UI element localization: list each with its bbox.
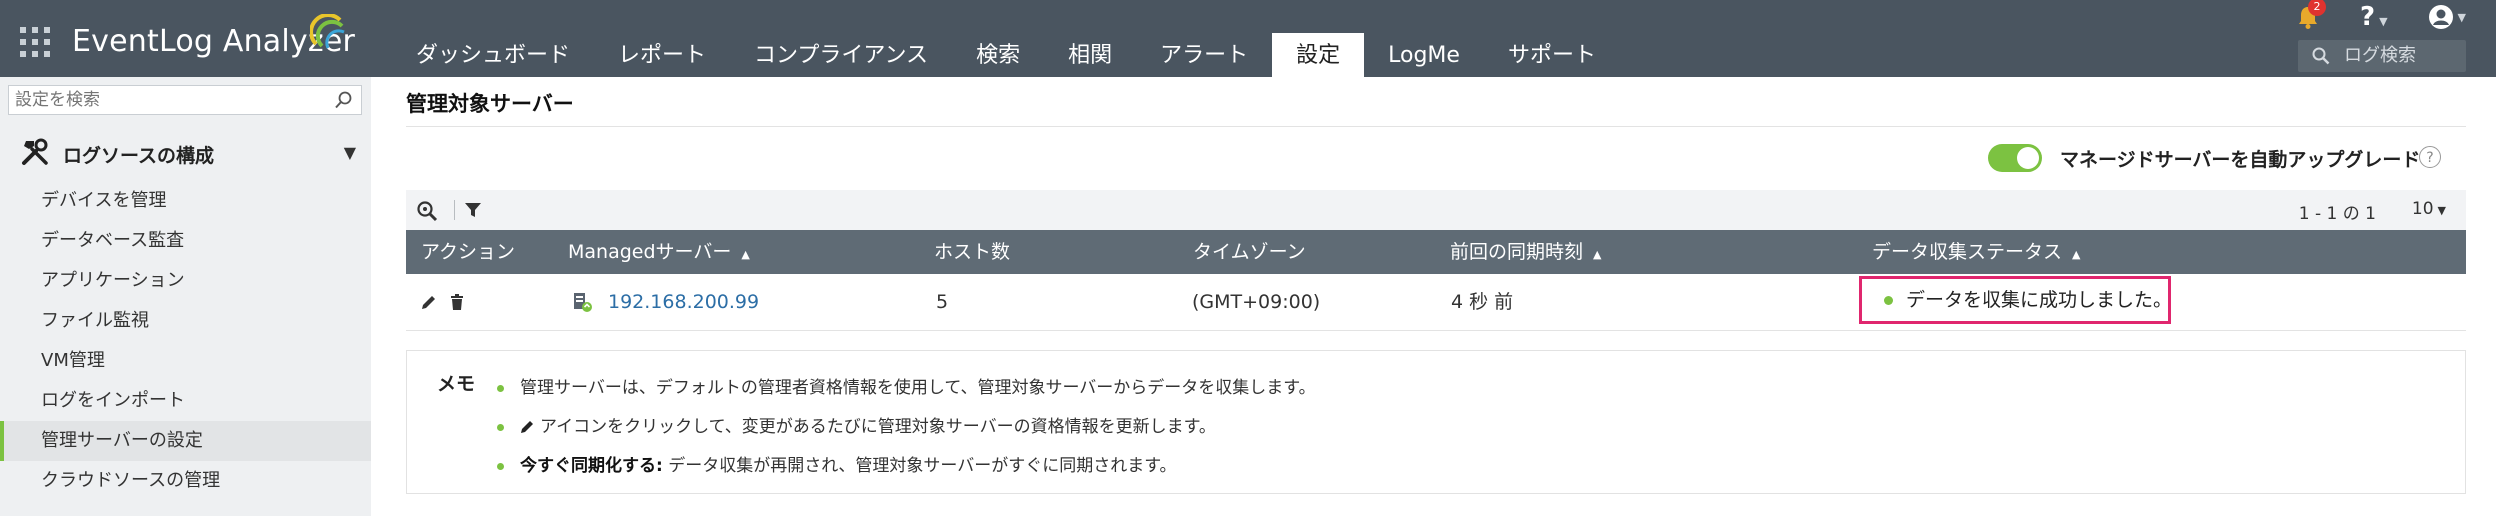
chevron-down-icon: ▼: [2379, 15, 2388, 28]
sidebar-item-manage-devices[interactable]: デバイスを管理: [0, 181, 371, 221]
last-sync-cell: 4 秒 前: [1451, 291, 1514, 313]
memo-line: 今すぐ同期化する: データ収集が再開され、管理対象サーバーがすぐに同期されます。: [497, 451, 1177, 476]
per-page-select[interactable]: 10 ▼: [2412, 199, 2446, 219]
help-menu-button[interactable]: ? ▼: [2360, 2, 2388, 32]
help-icon: ?: [2359, 2, 2376, 32]
column-header-collection-status[interactable]: データ収集ステータス ▲: [1872, 230, 2080, 274]
caret-down-icon: ▼: [343, 143, 356, 162]
sort-asc-icon: ▲: [2072, 248, 2081, 261]
memo-box: メモ 管理サーバーは、デフォルトの管理者資格情報を使用して、管理対象サーバーから…: [406, 350, 2466, 494]
tab-search[interactable]: 検索: [952, 33, 1044, 77]
notification-button[interactable]: 2: [2296, 0, 2326, 30]
settings-search-box: [8, 85, 362, 115]
sidebar-item-file-monitoring[interactable]: ファイル監視: [0, 301, 371, 341]
page-title: 管理対象サーバー: [406, 92, 574, 116]
column-header-timezone: タイムゾーン: [1193, 241, 1306, 263]
collection-status-highlight: データを収集に成功しました。: [1859, 276, 2173, 324]
user-avatar-icon: [2428, 5, 2453, 29]
log-search-button[interactable]: ログ検索: [2298, 40, 2466, 72]
sidebar-item-applications[interactable]: アプリケーション: [0, 261, 371, 301]
per-page-value: 10: [2411, 199, 2434, 219]
auto-upgrade-toggle[interactable]: [1988, 144, 2042, 172]
notification-badge: 2: [2307, 0, 2326, 16]
managed-server-link[interactable]: 192.168.200.99: [608, 274, 759, 330]
edit-pencil-icon[interactable]: [420, 293, 438, 311]
memo-title: メモ: [437, 373, 476, 395]
search-icon[interactable]: [335, 91, 353, 109]
toolbar-divider: [454, 200, 455, 220]
table-search-icon[interactable]: [416, 200, 438, 222]
timezone-cell: (GMT+09:00): [1192, 291, 1321, 313]
table-header: アクション Managedサーバー ▲ ホスト数 タイムゾーン 前回の同期時刻 ▲ …: [406, 230, 2466, 274]
column-header-last-sync[interactable]: 前回の同期時刻 ▲: [1450, 230, 1601, 274]
sort-asc-icon: ▲: [741, 248, 750, 261]
collection-status-text: データを収集に成功しました。: [1906, 289, 2173, 311]
sidebar-item-vm-management[interactable]: VM管理: [0, 341, 371, 381]
top-icon-group: 2 ? ▼ ▼: [2296, 0, 2466, 34]
pencil-icon: [521, 421, 533, 433]
tools-icon: [22, 138, 48, 165]
server-sync-icon: [574, 293, 592, 312]
tab-settings[interactable]: 設定: [1272, 33, 1365, 77]
trash-icon[interactable]: [448, 293, 466, 311]
filter-icon[interactable]: [464, 201, 482, 219]
tab-alerts[interactable]: アラート: [1136, 33, 1272, 77]
sidebar-section-label: ログソースの構成: [63, 145, 215, 167]
table-toolbar: 1 - 1 の 1 10 ▼: [406, 190, 2466, 230]
column-header-managed-server[interactable]: Managedサーバー ▲: [568, 230, 750, 274]
help-circle-icon[interactable]: ?: [2419, 146, 2441, 168]
title-divider: [406, 126, 2466, 127]
memo-line: 管理サーバーは、デフォルトの管理者資格情報を使用して、管理対象サーバーからデータ…: [497, 373, 1316, 398]
app-grid-icon[interactable]: [18, 25, 52, 59]
auto-upgrade-label: マネージドサーバーを自動アップグレード: [2060, 149, 2421, 171]
bullet-dot: [497, 462, 504, 470]
log-search-label: ログ検索: [2344, 45, 2416, 66]
tab-support[interactable]: サポート: [1484, 33, 1620, 77]
sidebar-section-log-source-config[interactable]: ログソースの構成 ▼: [18, 135, 358, 171]
pagination-info: 1 - 1 の 1: [2298, 204, 2376, 224]
column-header-actions: アクション: [421, 241, 516, 263]
memo-line: アイコンをクリックして、変更があるたびに管理対象サーバーの資格情報を更新します。: [497, 412, 1216, 437]
top-bar: EventLog Analyzer ダッシュボード レポート コンプライアンス …: [0, 0, 2496, 77]
search-icon: [2312, 47, 2330, 65]
column-header-host-count: ホスト数: [934, 241, 1011, 263]
tab-correlation[interactable]: 相関: [1044, 33, 1136, 77]
host-count-cell: 5: [936, 291, 949, 313]
chevron-down-icon: ▼: [2457, 10, 2466, 24]
toggle-knob: [2017, 147, 2039, 169]
bullet-dot: [497, 423, 504, 431]
user-menu-button[interactable]: ▼: [2428, 4, 2466, 30]
bullet-dot: [497, 384, 504, 392]
sidebar-item-admin-server-settings[interactable]: 管理サーバーの設定: [0, 421, 371, 461]
tab-logme[interactable]: LogMe: [1364, 33, 1484, 77]
sidebar: ログソースの構成 ▼ デバイスを管理 データベース監査 アプリケーション ファイ…: [0, 77, 371, 516]
sidebar-item-import-logs[interactable]: ログをインポート: [0, 381, 371, 421]
settings-search-input[interactable]: [13, 86, 317, 114]
logo-arc-icon: [310, 14, 345, 49]
sidebar-item-database-audit[interactable]: データベース監査: [0, 221, 371, 261]
sidebar-item-cloud-sources[interactable]: クラウドソースの管理: [0, 461, 371, 501]
status-success-dot: [1884, 296, 1893, 305]
main-nav: ダッシュボード レポート コンプライアンス 検索 相関 アラート 設定 LogM…: [392, 33, 1620, 77]
sort-asc-icon: ▲: [1593, 248, 1602, 261]
caret-down-icon: ▼: [2437, 204, 2446, 217]
tab-dashboard[interactable]: ダッシュボード: [392, 33, 594, 77]
tab-reports[interactable]: レポート: [594, 33, 730, 77]
tab-compliance[interactable]: コンプライアンス: [730, 33, 952, 77]
